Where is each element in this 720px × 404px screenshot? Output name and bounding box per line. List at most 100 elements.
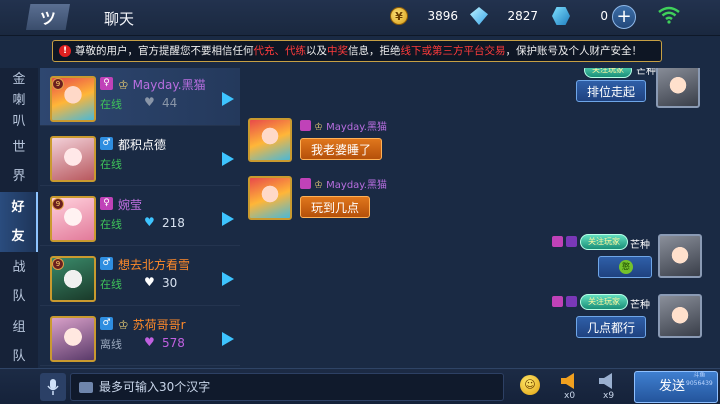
female-icon: ♀ bbox=[100, 197, 113, 210]
friend-status: 离线 bbox=[100, 338, 122, 351]
level-badge: 9 bbox=[52, 78, 64, 90]
friend-status: 在线 bbox=[100, 98, 122, 111]
friend-avatar[interactable] bbox=[50, 316, 96, 362]
top-bar: ツ 聊天 ¥ 3896 2827 0 + bbox=[0, 0, 720, 36]
sender-name: 芒种 bbox=[630, 300, 650, 311]
gold-horn-icon[interactable] bbox=[560, 373, 578, 389]
heart-icon: ♥ bbox=[144, 335, 155, 349]
keyboard-icon bbox=[79, 382, 93, 393]
notice-text-2: 代充、代练 bbox=[253, 45, 307, 57]
friend-status: 在线 bbox=[100, 278, 122, 291]
intimacy-value: 578 bbox=[162, 336, 185, 350]
gold-display: ¥ 3896 bbox=[390, 6, 462, 26]
sender-name: ♔ Mayday.黑猫 bbox=[300, 118, 387, 133]
diamond-value: 2827 bbox=[507, 9, 538, 23]
intimacy-value: 218 bbox=[162, 216, 185, 230]
arrow-right-icon[interactable] bbox=[222, 152, 234, 166]
back-icon: ツ bbox=[39, 9, 56, 28]
sender-name: ♔ Mayday.黑猫 bbox=[300, 176, 387, 191]
back-button[interactable]: ツ bbox=[26, 4, 70, 30]
voucher-display: 0 bbox=[552, 6, 612, 26]
player-badge: 关注玩家 bbox=[580, 294, 628, 310]
heart-icon: ♥ bbox=[144, 215, 155, 229]
speaker-horn-icon[interactable] bbox=[598, 373, 616, 389]
wifi-icon bbox=[658, 6, 680, 24]
diamond-icon bbox=[470, 7, 488, 25]
friend-row[interactable]: 9 ♂ 想去北方看雪 在线 ♥ 30 bbox=[40, 248, 240, 306]
friend-avatar[interactable] bbox=[50, 136, 96, 182]
chat-bubble[interactable]: 排位走起 bbox=[576, 80, 647, 102]
heart-icon: ♥ bbox=[144, 275, 155, 289]
heart-icon: ♥ bbox=[144, 95, 155, 109]
friend-name: ♔ 苏荷哥哥r bbox=[118, 318, 186, 332]
friend-name: 婉莹 bbox=[118, 198, 143, 212]
sender-name: 芒种 bbox=[636, 68, 656, 77]
voucher-value: 0 bbox=[600, 9, 608, 23]
chat-input-box[interactable] bbox=[70, 373, 504, 401]
tab-friends[interactable]: 好 友 bbox=[0, 192, 38, 252]
intimacy-value: 44 bbox=[162, 96, 178, 110]
self-avatar[interactable] bbox=[656, 68, 700, 108]
recharge-plus-button[interactable]: + bbox=[612, 5, 636, 29]
notice-text-4: 中奖 bbox=[327, 45, 348, 57]
male-icon: ♂ bbox=[100, 257, 113, 270]
notice-text-5: 信息，拒绝 bbox=[348, 45, 401, 57]
watermark: 斗鱼 9056439 bbox=[686, 372, 713, 387]
friend-row[interactable]: 9 ♀ 婉莹 在线 ♥ 218 bbox=[40, 188, 240, 246]
female-icon: ♀ bbox=[100, 77, 113, 90]
voucher-icon bbox=[552, 7, 570, 25]
chat-input[interactable] bbox=[99, 377, 499, 397]
sender-icons bbox=[552, 296, 580, 309]
self-avatar[interactable] bbox=[658, 234, 702, 278]
speaker-horn-count: x9 bbox=[603, 391, 615, 401]
friend-name: 想去北方看雪 bbox=[118, 258, 191, 272]
safety-notice: ! 尊敬的用户，官方提醒您不要相信任何代充、代练以及中奖信息，拒绝线下或第三方平… bbox=[52, 40, 662, 62]
player-badge: 关注玩家 bbox=[580, 234, 628, 250]
partner-avatar[interactable] bbox=[248, 176, 292, 220]
channel-tabs: 金 喇 叭 世 界 好 友 战 队 组 队 bbox=[0, 68, 38, 368]
notice-text-7: ，保护账号及个人财产安全！ bbox=[505, 45, 643, 57]
sender-name: 芒种 bbox=[630, 240, 650, 251]
warning-icon: ! bbox=[59, 45, 71, 57]
arrow-right-icon[interactable] bbox=[222, 212, 234, 226]
friend-row[interactable]: 9 ♀ ♔ Mayday.黑猫 在线 ♥ 44 bbox=[40, 68, 240, 126]
voice-input-button[interactable] bbox=[40, 373, 66, 401]
sender-icons bbox=[552, 236, 580, 249]
gold-value: 3896 bbox=[427, 9, 458, 23]
male-icon: ♂ bbox=[100, 317, 113, 330]
gold-horn-count: x0 bbox=[564, 391, 576, 401]
chat-bubble[interactable]: 我老婆睡了 bbox=[300, 138, 383, 160]
emoji-bubble[interactable]: 憨 bbox=[598, 256, 652, 278]
level-badge: 9 bbox=[52, 258, 64, 270]
emoji-button[interactable]: ☺ bbox=[520, 375, 540, 395]
tab-party[interactable]: 组 队 bbox=[0, 312, 38, 372]
friend-row[interactable]: ♂ 都积点德 在线 bbox=[40, 128, 240, 186]
tab-gold-horn[interactable]: 金 喇 叭 bbox=[0, 68, 38, 132]
friend-name: ♔ Mayday.黑猫 bbox=[118, 78, 206, 92]
arrow-right-icon[interactable] bbox=[222, 272, 234, 286]
chat-bubble[interactable]: 几点都行 bbox=[576, 316, 647, 338]
tab-team[interactable]: 战 队 bbox=[0, 252, 38, 312]
friend-status: 在线 bbox=[100, 158, 122, 171]
friend-status: 在线 bbox=[100, 218, 122, 231]
input-bar: ☺ x0 x9 发送 bbox=[0, 368, 720, 404]
chat-panel: 关注玩家 芒种 排位走起 ♔ Mayday.黑猫 我老婆睡了 ♔ Mayday.… bbox=[244, 68, 720, 368]
self-avatar[interactable] bbox=[658, 294, 702, 338]
friend-list: 9 ♀ ♔ Mayday.黑猫 在线 ♥ 44 ♂ 都积点德 在线 9 ♀ 婉莹… bbox=[40, 68, 240, 368]
smiley-emoji-icon: 憨 bbox=[619, 260, 633, 274]
notice-text-1: 尊敬的用户，官方提醒您不要相信任何 bbox=[75, 45, 254, 57]
page-title: 聊天 bbox=[104, 10, 135, 28]
male-icon: ♂ bbox=[100, 137, 113, 150]
notice-text-6: 线下或第三方平台交易 bbox=[400, 45, 506, 57]
intimacy-value: 30 bbox=[162, 276, 178, 290]
tab-world[interactable]: 世 界 bbox=[0, 132, 38, 192]
player-badge: 关注玩家 bbox=[584, 68, 632, 78]
diamond-display: 2827 bbox=[470, 6, 542, 26]
partner-avatar[interactable] bbox=[248, 118, 292, 162]
chat-bubble[interactable]: 玩到几点 bbox=[300, 196, 371, 218]
arrow-right-icon[interactable] bbox=[222, 332, 234, 346]
arrow-right-icon[interactable] bbox=[222, 92, 234, 106]
friend-row[interactable]: ♂ ♔ 苏荷哥哥r 离线 ♥ 578 bbox=[40, 308, 240, 366]
notice-text-3: 以及 bbox=[306, 45, 327, 57]
level-badge: 9 bbox=[52, 198, 64, 210]
